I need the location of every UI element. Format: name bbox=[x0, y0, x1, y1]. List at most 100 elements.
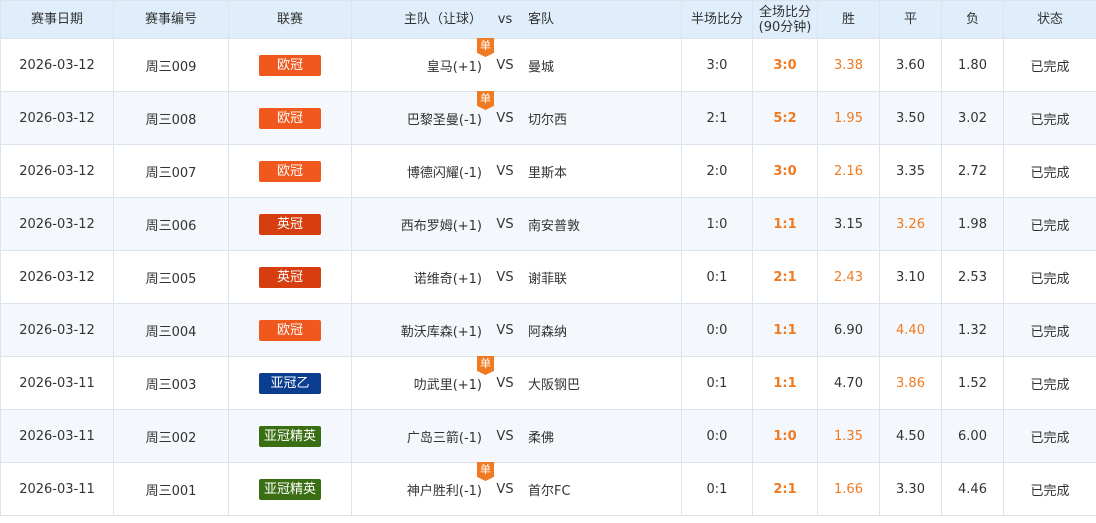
match-status: 已完成 bbox=[1003, 91, 1096, 145]
away-team[interactable]: 大阪钢巴 bbox=[528, 374, 681, 393]
table-row[interactable]: 2026-03-12 周三009 欧冠 单 皇马(+1) VS 曼城 3:0 3… bbox=[0, 38, 1096, 92]
match-status: 已完成 bbox=[1003, 250, 1096, 304]
table-row[interactable]: 2026-03-12 周三005 英冠 诺维奇(+1) VS 谢菲联 0:1 2… bbox=[0, 250, 1096, 304]
odds-draw: 3.35 bbox=[879, 144, 942, 198]
match-cell: 单 神户胜利(-1) VS 首尔FC bbox=[351, 462, 682, 516]
single-bet-badge: 单 bbox=[477, 462, 494, 481]
table-row[interactable]: 2026-03-11 周三003 亚冠乙 单 叻武里(+1) VS 大阪钢巴 0… bbox=[0, 356, 1096, 410]
away-team[interactable]: 谢菲联 bbox=[528, 268, 681, 287]
half-score: 0:1 bbox=[681, 250, 753, 304]
col-header-league: 联赛 bbox=[228, 0, 352, 39]
col-header-status: 状态 bbox=[1003, 0, 1096, 39]
match-date: 2026-03-11 bbox=[0, 462, 114, 516]
league-badge[interactable]: 英冠 bbox=[259, 213, 321, 235]
col-header-full-line2: (90分钟) bbox=[758, 19, 812, 35]
odds-lose: 1.98 bbox=[941, 197, 1004, 251]
match-code: 周三002 bbox=[113, 409, 229, 463]
header-match-wrap: 主队（让球） vs 客队 bbox=[352, 12, 681, 27]
half-score: 1:0 bbox=[681, 197, 753, 251]
home-team[interactable]: 诺维奇(+1) bbox=[352, 268, 482, 287]
results-body: 2026-03-12 周三009 欧冠 单 皇马(+1) VS 曼城 3:0 3… bbox=[0, 38, 1096, 516]
match-status: 已完成 bbox=[1003, 462, 1096, 516]
league-badge[interactable]: 亚冠乙 bbox=[259, 372, 321, 394]
half-score: 3:0 bbox=[681, 38, 753, 92]
odds-lose: 1.80 bbox=[941, 38, 1004, 92]
results-table: 赛事日期 赛事编号 联赛 主队（让球） vs 客队 半场比分 全场比分 (90分… bbox=[0, 0, 1096, 516]
home-team[interactable]: 勒沃库森(+1) bbox=[352, 321, 482, 340]
match-code: 周三009 bbox=[113, 38, 229, 92]
league-badge[interactable]: 欧冠 bbox=[259, 107, 321, 129]
odds-draw: 3.86 bbox=[879, 356, 942, 410]
col-header-half: 半场比分 bbox=[681, 0, 753, 39]
table-row[interactable]: 2026-03-12 周三006 英冠 西布罗姆(+1) VS 南安普敦 1:0… bbox=[0, 197, 1096, 251]
away-team[interactable]: 南安普敦 bbox=[528, 215, 681, 234]
half-score: 2:0 bbox=[681, 144, 753, 198]
match-date: 2026-03-12 bbox=[0, 197, 114, 251]
table-row[interactable]: 2026-03-12 周三008 欧冠 单 巴黎圣曼(-1) VS 切尔西 2:… bbox=[0, 91, 1096, 145]
away-team[interactable]: 阿森纳 bbox=[528, 321, 681, 340]
league-badge[interactable]: 欧冠 bbox=[259, 319, 321, 341]
table-row[interactable]: 2026-03-11 周三002 亚冠精英 广岛三箭(-1) VS 柔佛 0:0… bbox=[0, 409, 1096, 463]
odds-win: 4.70 bbox=[817, 356, 880, 410]
vs-label: VS bbox=[496, 375, 514, 391]
league-badge[interactable]: 欧冠 bbox=[259, 54, 321, 76]
league-badge[interactable]: 英冠 bbox=[259, 266, 321, 288]
match-cell: 诺维奇(+1) VS 谢菲联 bbox=[351, 250, 682, 304]
match-cell: 单 巴黎圣曼(-1) VS 切尔西 bbox=[351, 91, 682, 145]
col-header-vs: vs bbox=[497, 12, 513, 27]
home-team[interactable]: 博德闪耀(-1) bbox=[352, 162, 482, 181]
match-teams: 勒沃库森(+1) VS 阿森纳 bbox=[352, 321, 681, 340]
away-team[interactable]: 首尔FC bbox=[528, 480, 681, 499]
match-teams: 叻武里(+1) VS 大阪钢巴 bbox=[352, 374, 681, 393]
league-badge[interactable]: 亚冠精英 bbox=[259, 425, 321, 447]
league-cell: 欧冠 bbox=[228, 144, 352, 198]
home-team[interactable]: 巴黎圣曼(-1) bbox=[352, 109, 482, 128]
match-cell: 单 皇马(+1) VS 曼城 bbox=[351, 38, 682, 92]
full-score: 5:2 bbox=[752, 91, 818, 145]
odds-draw: 4.40 bbox=[879, 303, 942, 357]
away-team[interactable]: 曼城 bbox=[528, 56, 681, 75]
home-team[interactable]: 叻武里(+1) bbox=[352, 374, 482, 393]
vs-label: VS bbox=[496, 163, 514, 179]
match-status: 已完成 bbox=[1003, 197, 1096, 251]
away-team[interactable]: 柔佛 bbox=[528, 427, 681, 446]
vs-label: VS bbox=[496, 57, 514, 73]
match-teams: 西布罗姆(+1) VS 南安普敦 bbox=[352, 215, 681, 234]
match-status: 已完成 bbox=[1003, 303, 1096, 357]
vs-label: VS bbox=[496, 269, 514, 285]
table-row[interactable]: 2026-03-12 周三004 欧冠 勒沃库森(+1) VS 阿森纳 0:0 … bbox=[0, 303, 1096, 357]
league-badge[interactable]: 亚冠精英 bbox=[259, 478, 321, 500]
away-team[interactable]: 切尔西 bbox=[528, 109, 681, 128]
odds-draw: 3.30 bbox=[879, 462, 942, 516]
half-score: 0:0 bbox=[681, 409, 753, 463]
match-date: 2026-03-11 bbox=[0, 409, 114, 463]
odds-win: 3.15 bbox=[817, 197, 880, 251]
home-team[interactable]: 皇马(+1) bbox=[352, 56, 482, 75]
half-score: 2:1 bbox=[681, 91, 753, 145]
home-team[interactable]: 神户胜利(-1) bbox=[352, 480, 482, 499]
home-team[interactable]: 广岛三箭(-1) bbox=[352, 427, 482, 446]
match-date: 2026-03-12 bbox=[0, 38, 114, 92]
col-header-code: 赛事编号 bbox=[113, 0, 229, 39]
table-row[interactable]: 2026-03-12 周三007 欧冠 博德闪耀(-1) VS 里斯本 2:0 … bbox=[0, 144, 1096, 198]
full-score: 3:0 bbox=[752, 144, 818, 198]
away-team[interactable]: 里斯本 bbox=[528, 162, 681, 181]
single-bet-badge: 单 bbox=[477, 356, 494, 375]
match-code: 周三004 bbox=[113, 303, 229, 357]
header-row: 赛事日期 赛事编号 联赛 主队（让球） vs 客队 半场比分 全场比分 (90分… bbox=[0, 0, 1096, 39]
odds-win: 2.43 bbox=[817, 250, 880, 304]
match-teams: 诺维奇(+1) VS 谢菲联 bbox=[352, 268, 681, 287]
odds-win: 6.90 bbox=[817, 303, 880, 357]
full-score: 1:1 bbox=[752, 197, 818, 251]
league-cell: 英冠 bbox=[228, 250, 352, 304]
league-badge[interactable]: 欧冠 bbox=[259, 160, 321, 182]
odds-lose: 1.52 bbox=[941, 356, 1004, 410]
match-code: 周三003 bbox=[113, 356, 229, 410]
half-score: 0:1 bbox=[681, 356, 753, 410]
match-date: 2026-03-12 bbox=[0, 144, 114, 198]
home-team[interactable]: 西布罗姆(+1) bbox=[352, 215, 482, 234]
table-row[interactable]: 2026-03-11 周三001 亚冠精英 单 神户胜利(-1) VS 首尔FC… bbox=[0, 462, 1096, 516]
odds-win: 1.95 bbox=[817, 91, 880, 145]
col-header-win: 胜 bbox=[817, 0, 880, 39]
odds-lose: 1.32 bbox=[941, 303, 1004, 357]
